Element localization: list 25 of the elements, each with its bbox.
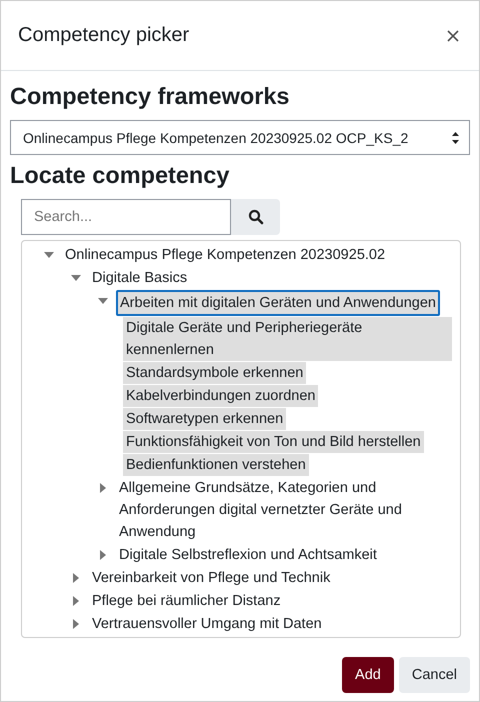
tree-item[interactable]: Softwaretypen erkennen [123,408,286,430]
close-icon [447,30,459,42]
add-button[interactable]: Add [342,657,394,693]
cancel-button[interactable]: Cancel [398,657,470,693]
search-button[interactable] [231,199,280,235]
dialog-title: Competency picker [18,24,190,47]
tree-item[interactable]: Funktionsfähigkeit von Ton und Bild herstellen [123,431,424,453]
tree-item[interactable]: Digitale Basics [89,267,190,289]
tree-item[interactable]: Pflege bei räumlicher Distanz [89,590,284,612]
tree-item[interactable]: Bedienfunktionen verstehen [123,454,309,476]
framework-select[interactable]: Onlinecampus Pflege Kompetenzen 20230925.02 OCP_KS_2 [10,120,470,155]
tree-item[interactable]: Vereinbarkeit von Pflege und Technik [89,567,334,589]
tree-item[interactable]: Kabelverbindungen zuordnen [123,385,318,407]
tree-item[interactable]: Digitale Selbstreflexion und Achtsamkeit [116,544,380,566]
section-heading: Locate competency [10,161,230,190]
search-field[interactable]: Search... [21,199,231,235]
search-icon [248,209,264,225]
tree-item[interactable]: Vertrauensvoller Umgang mit Daten [89,613,325,635]
tree-item[interactable]: Onlinecampus Pflege Kompetenzen 20230925.02 [62,244,388,266]
tree-item[interactable]: Allgemeine Grundsätze, Kategorien und Anforderungen digital vernetzter Geräte und Anwendung [116,477,452,543]
tree-item[interactable]: Arbeiten mit digitalen Geräten und Anwendungen [116,290,440,316]
sort-arrows-icon [451,130,460,144]
tree-item[interactable]: Standardsymbole erkennen [123,362,306,384]
section-heading: Competency frameworks [10,82,290,111]
tree-item[interactable]: Digitale Geräte und Peripheriegeräte kennenlernen [123,317,452,361]
